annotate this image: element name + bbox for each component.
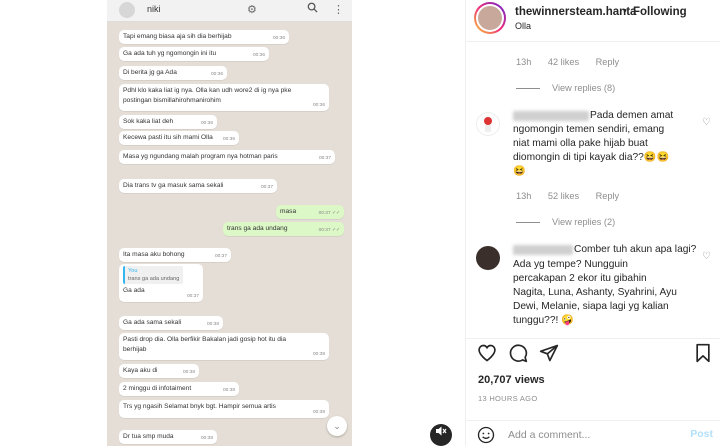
post-comment-button[interactable]: Post — [690, 428, 713, 440]
settings-icon: ⚙ — [247, 4, 257, 16]
chat-message-sent: masa 00:37 ✓✓ — [276, 205, 344, 219]
comment-text: tunggu??! 🤪 — [513, 315, 574, 326]
chat-message: Kecewa pasti itu sih mami Olla 00:36 — [119, 131, 239, 145]
post-time-ago: 13 HOURS AGO — [478, 394, 538, 403]
comment-like-icon[interactable]: ♡ — [702, 251, 711, 262]
comment-text: 😆 — [513, 166, 526, 177]
chat-message: Pasti drop dia. Olla berfikir Bakalan ja… — [119, 333, 329, 361]
chat-message: Masa yg ngundang malah program nya hotma… — [119, 150, 335, 164]
comment-likes[interactable]: 52 likes — [548, 191, 579, 201]
chat-message: Sok kaka liat deh 00:36 — [119, 115, 217, 129]
commenter-name-redacted — [513, 111, 589, 121]
comment-icon[interactable] — [508, 343, 528, 369]
chat-message: Pdhl klo kaka liat ig nya. Olla kan udh … — [119, 84, 329, 112]
post-username[interactable]: thewinnersteam.hanta — [515, 6, 636, 18]
action-bar — [466, 338, 720, 368]
mute-icon[interactable] — [430, 424, 452, 446]
emoji-icon[interactable] — [477, 426, 495, 446]
commenter-avatar[interactable] — [476, 112, 500, 136]
chat-message: Trs yg ngasih Selamat bnyk bgt. Hampir s… — [119, 400, 329, 418]
comment-text: percakapan 2 ekor itu gibahin — [513, 273, 647, 284]
chat-message-reply: You trans ga ada undang Ga ada 00:37 — [119, 264, 203, 302]
comment-text: niat mami olla pake hijab buat — [513, 138, 648, 149]
add-comment-input[interactable] — [508, 427, 678, 443]
commenter-avatar[interactable] — [476, 246, 500, 270]
chat-message: Di berita jg ga Ada 00:36 — [119, 66, 227, 80]
view-replies-button[interactable]: View replies (8) — [516, 83, 615, 93]
chevron-down-icon: ⌄ — [327, 416, 347, 436]
add-comment-bar: Post — [466, 420, 720, 446]
separator-dot: • — [623, 5, 627, 17]
chat-header: niki ⚙ ⋮ — [107, 0, 352, 22]
comment-meta: 13h 42 likes Reply — [516, 57, 633, 67]
share-icon[interactable] — [539, 343, 559, 369]
comment-text: Dewi, Melanie, siapa lagi yg kalian — [513, 301, 669, 312]
chat-message: Ita masa aku bohong 00:37 — [119, 248, 231, 262]
comment-time: 13h — [516, 191, 532, 201]
comment-text: Comber tuh akun apa lagi? — [574, 244, 697, 255]
post-media[interactable]: niki ⚙ ⋮ Tapi emang biasa aja sih dia be… — [0, 0, 465, 446]
whatsapp-chat-screenshot: niki ⚙ ⋮ Tapi emang biasa aja sih dia be… — [107, 0, 352, 446]
comment-text: Nagita, Luna, Ashanty, Syahrini, Ayu — [513, 287, 677, 298]
view-count[interactable]: 20,707 views — [478, 374, 545, 386]
contact-avatar — [119, 2, 135, 18]
following-button[interactable]: Following — [633, 6, 687, 18]
heart-icon[interactable] — [477, 343, 497, 369]
post-panel: thewinnersteam.hanta • Following Olla 13… — [465, 0, 720, 446]
comment-likes[interactable]: 42 likes — [548, 57, 579, 67]
comment-meta: 13h 52 likes Reply — [516, 191, 633, 201]
chat-message: Ga ada sama sekali 00:38 — [119, 316, 223, 330]
post-header: thewinnersteam.hanta • Following Olla — [466, 0, 720, 42]
quoted-message: You trans ga ada undang — [123, 266, 183, 285]
chat-message: Ga ada tuh yg ngomongin ini itu 00:36 — [119, 47, 269, 61]
chat-message-sent: trans ga ada undang 00:37 ✓✓ — [223, 222, 344, 236]
comment-reply-button[interactable]: Reply — [596, 191, 620, 201]
comment-text: Pada demen amat — [590, 110, 674, 121]
chat-message: 2 minggu di infotaiment 00:38 — [119, 382, 239, 396]
comment-text: Ada yg tempe? Nungguin — [513, 259, 628, 270]
contact-name: niki — [147, 4, 161, 14]
bookmark-icon[interactable] — [694, 343, 712, 369]
comment-time: 13h — [516, 57, 532, 67]
more-vert-icon: ⋮ — [333, 4, 344, 16]
chat-message: Kaya aku di 00:38 — [119, 364, 199, 378]
chat-message: Tapi emang biasa aja sih dia berhijab 00:… — [119, 30, 289, 44]
comment-reply-button[interactable]: Reply — [596, 57, 620, 67]
comment-text: diomongin di tipi kayak dia??😆😆 — [513, 152, 670, 163]
comment-like-icon[interactable]: ♡ — [702, 117, 711, 128]
chat-message: Dia trans tv ga masuk sama sekali 00:37 — [119, 179, 277, 193]
search-icon — [307, 2, 318, 18]
comment-text: ngomongin temen sendiri, emang — [513, 124, 665, 135]
view-replies-button[interactable]: View replies (2) — [516, 217, 615, 227]
instagram-post-view: niki ⚙ ⋮ Tapi emang biasa aja sih dia be… — [0, 0, 720, 446]
commenter-name-redacted — [513, 245, 573, 255]
story-avatar[interactable] — [474, 2, 506, 34]
chat-message: Dr tua smp muda 00:38 — [119, 430, 217, 444]
post-location[interactable]: Olla — [515, 21, 531, 31]
